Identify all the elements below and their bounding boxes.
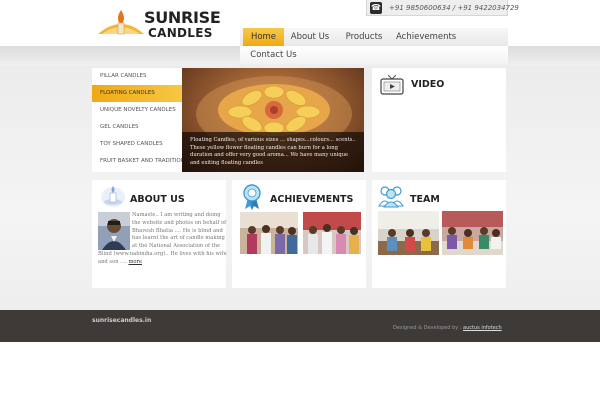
footer-credit: Designed & Developed by : auctus infotec… [393,325,502,331]
category-fruit-basket-traditional[interactable]: FRUIT BASKET AND TRADITIONAL [92,153,188,170]
about-us-title[interactable]: ABOUT US [130,194,185,205]
category-toy-shaped-candles[interactable]: TOY SHAPED CANDLES [92,136,188,153]
footer-credit-prefix: Designed & Developed by : [393,325,464,331]
phone-icon: ☎ [370,2,382,14]
video-title[interactable]: VIDEO [411,79,444,90]
about-us-text: Namaste.. I am writing and doing the web… [98,212,228,267]
nav-item-contact-us[interactable]: Contact Us [250,46,297,64]
nav-item-home[interactable]: Home [243,28,284,46]
category-gel-candles[interactable]: GEL CANDLES [92,119,188,136]
category-menu: PILLAR CANDLES FLOATING CANDLES UNIQUE N… [92,68,188,172]
achievement-photo-2[interactable] [303,212,361,254]
category-floating-candles[interactable]: FLOATING CANDLES [92,85,188,102]
category-unique-novelty-candles[interactable]: UNIQUE NOVELTY CANDLES [92,102,188,119]
logo-text-candles: CANDLES [148,26,213,40]
site-logo[interactable]: SUNRISE CANDLES [96,8,221,40]
footer [0,310,600,342]
contact-phone-box: ☎ +91 9850600634 / +91 9422034729 [366,0,519,16]
sun-flame-logo-icon [98,10,144,35]
team-title[interactable]: TEAM [410,194,440,205]
achievements-title[interactable]: ACHIEVEMENTS [270,194,353,205]
candle-icon [101,186,125,207]
phone-numbers: +91 9850600634 / +91 9422034729 [389,4,519,12]
achievement-photo-1[interactable] [240,212,298,254]
tv-icon [380,74,404,95]
nav-item-products[interactable]: Products [340,28,388,46]
nav-row-2: Contact Us [240,46,508,64]
nav-item-about-us[interactable]: About Us [288,28,332,46]
footer-site-name[interactable]: sunrisecandles.in [92,317,151,324]
people-icon [378,186,404,208]
footer-company-link[interactable]: auctus infotech [463,325,502,331]
nav-row-1: Home About Us Products Achievements [240,28,508,46]
ribbon-icon [243,184,261,210]
logo-text-sunrise: SUNRISE [144,8,221,27]
about-more-link[interactable]: more [128,259,142,265]
main-nav: Home About Us Products Achievements Cont… [240,28,508,64]
team-photo-2[interactable] [442,211,503,255]
nav-item-achievements[interactable]: Achievements [396,28,456,46]
team-photo-1[interactable] [378,211,439,255]
feature-caption: Floating Candles, of various sizes ... s… [182,132,364,172]
category-pillar-candles[interactable]: PILLAR CANDLES [92,68,188,85]
